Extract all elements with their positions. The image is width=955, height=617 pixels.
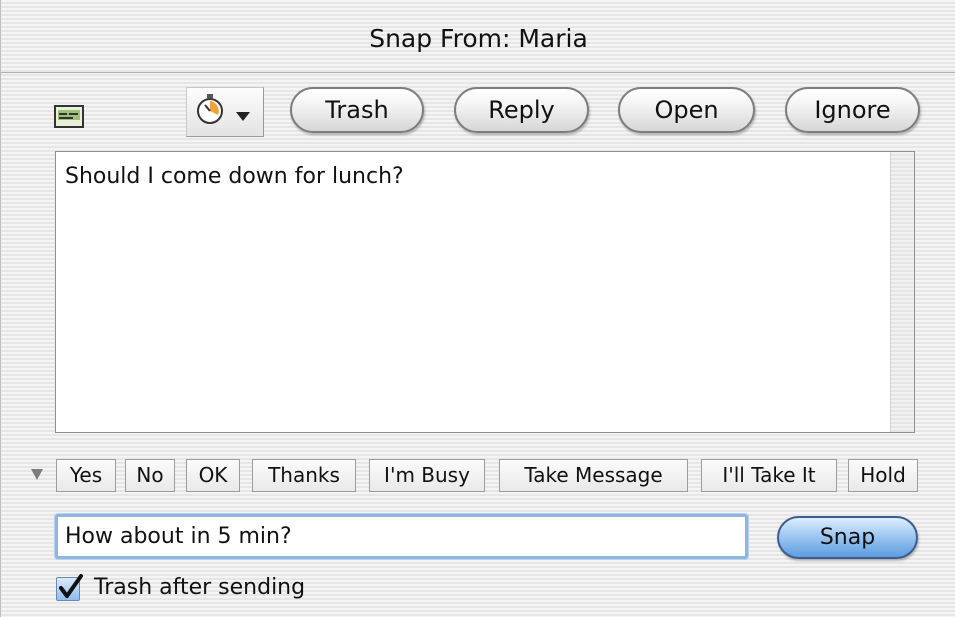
quick-reply-thanks[interactable]: Thanks	[252, 459, 356, 492]
trash-after-sending-checkbox[interactable]	[56, 574, 83, 601]
timer-popup-button[interactable]	[186, 87, 264, 137]
window-title: Snap From: Maria	[369, 24, 588, 53]
quick-reply-ill-take-it[interactable]: I'll Take It	[701, 459, 837, 492]
snap-window: Snap From: Maria Trash Reply Open Ignore…	[0, 0, 955, 617]
message-text: Should I come down for lunch?	[65, 164, 404, 189]
title-bar[interactable]: Snap From: Maria	[1, 0, 955, 73]
checkmark-icon	[59, 574, 83, 598]
stopwatch-icon	[197, 94, 223, 124]
quick-reply-take-message[interactable]: Take Message	[499, 459, 688, 492]
ignore-button[interactable]: Ignore	[785, 87, 920, 133]
triangle-down-icon	[236, 112, 250, 121]
disclosure-triangle-icon[interactable]	[31, 469, 43, 480]
trash-button[interactable]: Trash	[290, 87, 424, 133]
trash-after-sending-label: Trash after sending	[94, 575, 306, 600]
reply-input[interactable]	[55, 514, 748, 559]
message-view[interactable]: Should I come down for lunch?	[55, 151, 915, 433]
quick-reply-ok[interactable]: OK	[186, 459, 240, 492]
open-button[interactable]: Open	[618, 87, 755, 133]
quick-reply-no[interactable]: No	[125, 459, 175, 492]
message-card-icon[interactable]	[54, 105, 84, 128]
message-scrollbar[interactable]	[890, 152, 914, 432]
snap-send-button[interactable]: Snap	[777, 516, 918, 559]
reply-button[interactable]: Reply	[454, 87, 589, 133]
quick-reply-hold[interactable]: Hold	[848, 459, 918, 492]
quick-reply-im-busy[interactable]: I'm Busy	[369, 459, 485, 492]
quick-reply-yes[interactable]: Yes	[56, 459, 116, 492]
